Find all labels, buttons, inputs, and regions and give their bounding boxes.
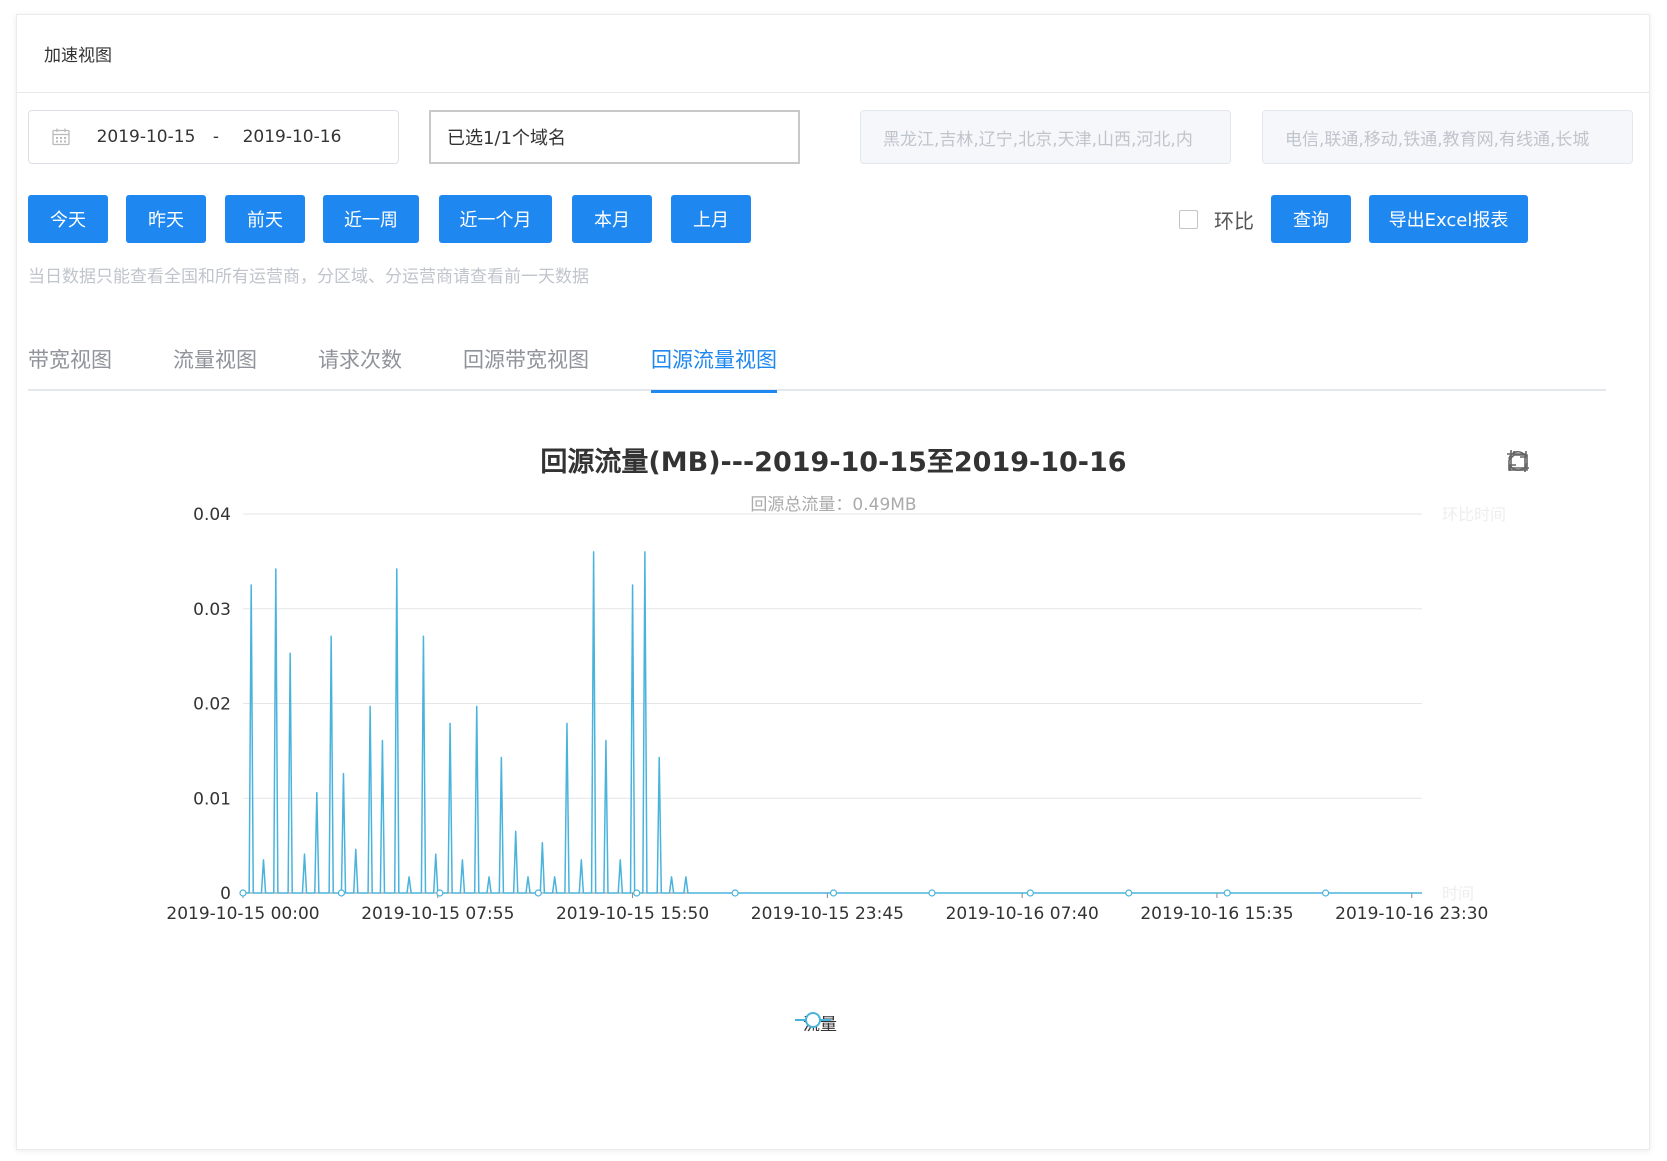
tab-requests[interactable]: 请求次数 (318, 320, 402, 391)
filter-row: 2019-10-15 - 2019-10-16 已选1/1个域名 黑龙江,吉林,… (28, 110, 1639, 164)
page-title: 加速视图 (17, 15, 1649, 93)
restore-icon[interactable] (1508, 448, 1611, 474)
day-before-yesterday-button[interactable]: 前天 (225, 195, 305, 243)
compare-label: 环比 (1214, 208, 1254, 233)
export-excel-button[interactable]: 导出Excel报表 (1369, 195, 1528, 243)
compare-toggle[interactable]: 环比 (1179, 195, 1254, 243)
legend-marker-icon (795, 1012, 831, 1028)
query-button[interactable]: 查询 (1271, 195, 1351, 243)
date-start-input[interactable]: 2019-10-15 (91, 127, 201, 147)
today-button[interactable]: 今天 (28, 195, 108, 243)
last-week-button[interactable]: 近一周 (323, 195, 419, 243)
tab-origin-traffic[interactable]: 回源流量视图 (651, 320, 777, 393)
domain-select[interactable]: 已选1/1个域名 (429, 110, 800, 164)
tab-bandwidth[interactable]: 带宽视图 (28, 320, 112, 391)
compare-checkbox[interactable] (1179, 209, 1198, 229)
hint-text: 当日数据只能查看全国和所有运营商，分区域、分运营商请查看前一天数据 (28, 267, 589, 287)
date-range-picker[interactable]: 2019-10-15 - 2019-10-16 (28, 110, 399, 164)
tab-traffic[interactable]: 流量视图 (173, 320, 257, 391)
date-separator: - (212, 127, 220, 147)
main-card: 加速视图 (16, 14, 1650, 1150)
tab-origin-bandwidth[interactable]: 回源带宽视图 (463, 320, 589, 391)
date-end-input[interactable]: 2019-10-16 (237, 127, 347, 147)
previous-month-button[interactable]: 上月 (671, 195, 751, 243)
last-month-range-button[interactable]: 近一个月 (439, 195, 552, 243)
this-month-button[interactable]: 本月 (572, 195, 652, 243)
view-tabs: 带宽视图 流量视图 请求次数 回源带宽视图 回源流量视图 (28, 320, 1606, 393)
region-select[interactable]: 黑龙江,吉林,辽宁,北京,天津,山西,河北,内 (860, 110, 1231, 164)
button-row: 今天 昨天 前天 近一周 近一个月 本月 上月 环比 查询 导出Excel报表 (28, 195, 1639, 243)
isp-select[interactable]: 电信,联通,移动,铁通,教育网,有线通,长城 (1262, 110, 1633, 164)
calendar-icon (52, 128, 70, 146)
zoom-reset-icon[interactable] (1508, 448, 1571, 474)
chart-legend[interactable]: 流量 (795, 1010, 837, 1035)
yesterday-button[interactable]: 昨天 (126, 195, 206, 243)
chart-toolbox (1505, 448, 1611, 474)
